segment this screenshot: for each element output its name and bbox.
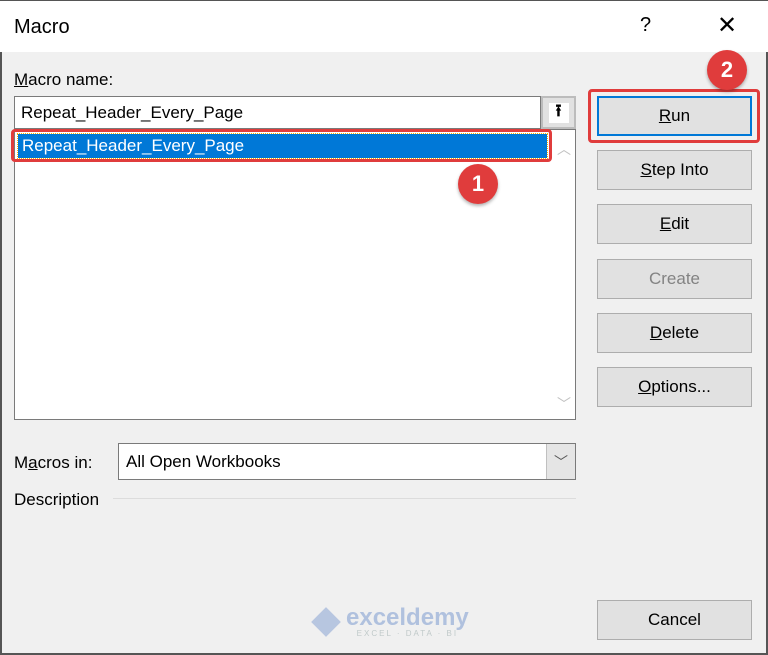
list-scrollbar[interactable]: ︿ ﹀ [553, 130, 575, 419]
collapse-dialog-button[interactable]: ⭱ [541, 96, 576, 129]
highlight-box-2 [588, 89, 760, 143]
macros-in-label: Macros in: [14, 453, 93, 472]
options-button[interactable]: Options... [597, 367, 752, 407]
window-title: Macro [14, 16, 70, 38]
create-button[interactable]: Create [597, 259, 752, 299]
title-bar: Macro ? ✕ [0, 0, 768, 52]
delete-button[interactable]: Delete [597, 313, 752, 353]
chevron-down-icon[interactable]: ﹀ [546, 444, 575, 479]
chevron-up-icon[interactable]: ︿ [553, 138, 575, 160]
watermark-subtext: EXCEL · DATA · BI [356, 629, 459, 638]
help-button[interactable]: ? [640, 14, 651, 37]
description-label: Description [14, 490, 100, 509]
watermark-text: exceldemy [346, 604, 469, 631]
macro-name-input[interactable]: Repeat_Header_Every_Page [14, 96, 541, 129]
step-into-button[interactable]: Step Into [597, 150, 752, 190]
step-badge-1: 1 [458, 164, 498, 204]
close-button[interactable]: ✕ [712, 11, 742, 40]
exceldemy-logo-icon [311, 607, 341, 637]
watermark: exceldemy EXCEL · DATA · BI [311, 604, 469, 638]
step-badge-2: 2 [707, 50, 747, 90]
cancel-button[interactable]: Cancel [597, 600, 752, 640]
description-divider [113, 498, 576, 499]
macros-in-value: All Open Workbooks [126, 452, 281, 471]
upload-arrow-icon: ⭱ [548, 101, 569, 123]
macros-in-select[interactable]: All Open Workbooks ﹀ [118, 443, 576, 480]
chevron-down-icon[interactable]: ﹀ [553, 393, 575, 415]
highlight-box-1 [11, 129, 552, 162]
edit-button[interactable]: Edit [597, 204, 752, 244]
macro-name-label: Macro name: [14, 70, 114, 89]
